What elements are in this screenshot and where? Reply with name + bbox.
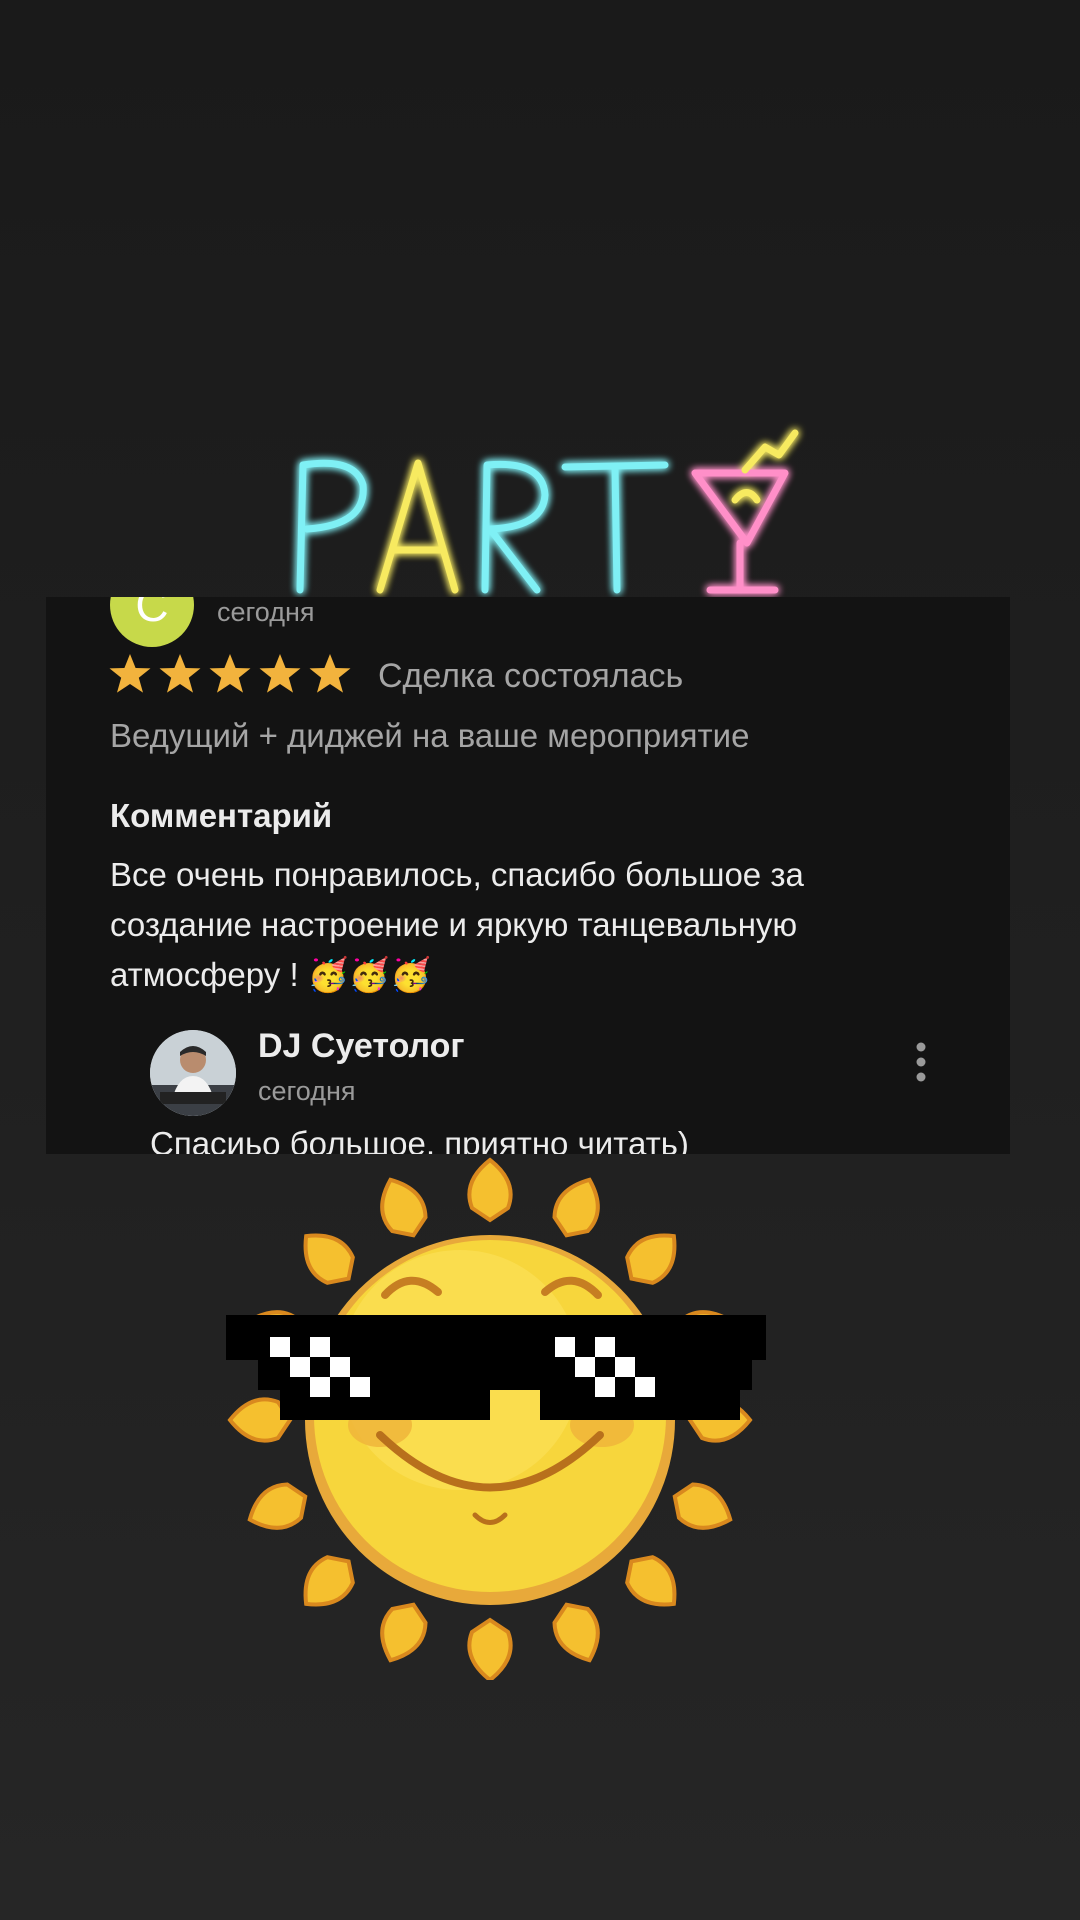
review-card: С сегодня Сделка состоялась Ведущий + ди…	[46, 597, 1010, 1154]
star-icon	[209, 654, 251, 693]
star-icon	[309, 654, 351, 693]
star-icon	[109, 654, 151, 693]
sun-ray	[247, 1482, 308, 1530]
sun-ray	[552, 1177, 600, 1238]
reply-date: сегодня	[258, 1076, 356, 1106]
sun-ray	[380, 1602, 428, 1663]
party-neon-sticker	[285, 425, 805, 600]
star-icon	[159, 654, 201, 693]
party-neon-icon	[296, 429, 799, 594]
comment-text: Все очень понравилось, спасибо большое з…	[110, 856, 804, 993]
screen: С сегодня Сделка состоялась Ведущий + ди…	[0, 0, 1080, 1920]
more-options-button[interactable]	[906, 1037, 936, 1087]
dj-avatar-photo-icon	[150, 1030, 236, 1116]
sun-ray	[672, 1482, 733, 1530]
comment-heading: Комментарий	[110, 797, 333, 834]
sun-ray	[380, 1177, 428, 1238]
review-date: сегодня	[217, 597, 315, 627]
user-avatar[interactable]: С	[110, 597, 194, 647]
sun-ray	[303, 1233, 355, 1285]
sun-ray	[552, 1602, 600, 1663]
reply-author[interactable]: DJ Суетолог	[258, 1027, 465, 1066]
dj-avatar[interactable]	[150, 1030, 236, 1116]
service-name[interactable]: Ведущий + диджей на ваше мероприятие	[110, 717, 749, 755]
deal-status: Сделка состоялась	[378, 657, 684, 695]
sun-ray	[625, 1555, 677, 1607]
sun-ray	[467, 1157, 513, 1223]
sun-sticker-icon	[226, 1157, 766, 1683]
sun-ray	[303, 1555, 355, 1607]
sun-ray	[625, 1233, 677, 1285]
rating-stars	[108, 652, 352, 696]
more-vertical-icon	[916, 1042, 926, 1082]
sun-ray	[467, 1617, 513, 1683]
star-icon	[259, 654, 301, 693]
sun-sunglasses-sticker	[210, 1120, 770, 1683]
